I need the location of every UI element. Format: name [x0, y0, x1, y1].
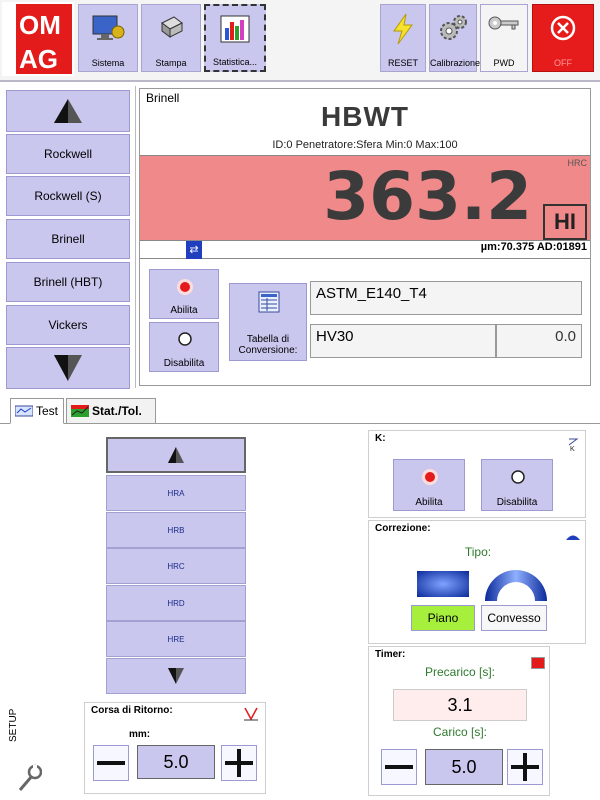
arrow-down-icon [54, 355, 82, 381]
setup-label: SETUP [8, 708, 19, 742]
k-abilita-button[interactable]: Abilita [393, 459, 465, 511]
corsa-plus-button[interactable] [221, 745, 257, 781]
tipo-label: Tipo: [464, 545, 492, 559]
monitor-gear-icon [91, 13, 125, 45]
conversion-table-field[interactable]: ASTM_E140_T4 [310, 281, 582, 315]
scale-scroll-up-button[interactable] [6, 90, 130, 132]
carico-label: Carico [s]: [432, 725, 487, 739]
test-icon [15, 405, 33, 417]
timer-group: Timer: Precarico [s]: 3.1 Carico [s]: 5.… [368, 646, 550, 796]
scale-item-brinell[interactable]: Brinell [6, 219, 130, 259]
gears-icon [437, 13, 469, 47]
led-off-icon [511, 470, 525, 484]
calibrazione-button[interactable]: Calibrazione [429, 4, 480, 72]
carico-plus-button[interactable] [507, 749, 543, 785]
corsa-minus-button[interactable] [93, 745, 129, 781]
arrow-up-icon [54, 99, 82, 123]
swap-icon[interactable]: ⇄ [186, 241, 202, 259]
hr-item-hrb[interactable]: HRB [106, 512, 246, 548]
tab-test[interactable]: Test [10, 398, 64, 424]
plus-icon [225, 749, 253, 777]
scale-name: HBWT [321, 101, 409, 132]
k-disabilita-button[interactable]: Disabilita [481, 459, 553, 511]
corsa-title: Corsa di Ritorno: [91, 705, 173, 716]
scale-scroll-down-button[interactable] [6, 347, 130, 389]
table-icon [258, 291, 280, 313]
setup-button[interactable]: SETUP [8, 709, 48, 796]
pwd-button[interactable]: PWD [480, 4, 528, 72]
disabilita-conversion-button[interactable]: Disabilita [149, 322, 219, 372]
svg-text:K: K [570, 446, 575, 451]
precarico-label: Precarico [s]: [424, 665, 496, 679]
statistica-button[interactable]: Statistica... [204, 4, 266, 72]
k-settings-icon: K [568, 438, 579, 451]
svg-text:AG: AG [19, 44, 58, 74]
result-panel: Brinell HBWT ID:0 Penetratore:Sfera Min:… [139, 88, 591, 386]
led-off-icon [178, 332, 192, 346]
convesso-button[interactable]: Convesso [481, 605, 547, 631]
tolerance-flag: HI [543, 204, 587, 240]
conversion-table-button[interactable]: Tabella di Conversione: [229, 283, 307, 361]
close-icon [548, 13, 578, 45]
abilita-conversion-button[interactable]: Abilita [149, 269, 219, 319]
test-info: ID:0 Penetratore:Sfera Min:0 Max:100 [272, 139, 458, 151]
wrench-icon [18, 764, 42, 791]
k-title: K: [375, 433, 386, 444]
piano-button[interactable]: Piano [411, 605, 475, 631]
sistema-button[interactable]: Sistema [78, 4, 138, 72]
hr-item-hra[interactable]: HRA [106, 475, 246, 511]
result-display: HRC 363.2 HI [140, 155, 590, 241]
arrow-up-icon [168, 447, 184, 463]
bar-chart-icon [219, 14, 251, 46]
lightning-icon [390, 13, 416, 47]
scale-list: Rockwell Rockwell (S) Brinell Brinell (H… [0, 86, 136, 389]
corsa-unit: mm: [129, 729, 151, 740]
correction-icon [566, 535, 580, 540]
arrow-down-icon [168, 668, 184, 684]
printer-icon [156, 13, 186, 45]
flat-surface-icon [417, 571, 469, 597]
conversion-value-field: 0.0 [496, 324, 582, 358]
affri-omag-logo: AFFRI OM AG [2, 2, 74, 76]
stampa-button[interactable]: Stampa [141, 4, 201, 72]
scale-item-rockwell[interactable]: Rockwell [6, 134, 130, 174]
corsa-group: Corsa di Ritorno: mm: 5.0 [84, 702, 266, 794]
led-on-icon [422, 469, 438, 485]
toolbar: AFFRI OM AG Sistema Stampa Statistica...… [0, 0, 600, 82]
stroke-icon [244, 707, 258, 721]
correzione-title: Correzione: [375, 523, 431, 534]
key-icon [488, 13, 520, 35]
carico-value[interactable]: 5.0 [425, 749, 503, 785]
k-group: K: K Abilita Disabilita [368, 430, 586, 518]
minus-icon [385, 765, 413, 769]
reset-button[interactable]: RESET [380, 4, 426, 72]
correzione-group: Correzione: Tipo: Piano Convesso [368, 520, 586, 644]
tab-stat-tol[interactable]: Stat./Tol. [66, 398, 156, 424]
hr-scroll-up-button[interactable] [106, 437, 246, 473]
measure-readout: µm:70.375 AD:01891 [480, 241, 587, 253]
plus-icon [511, 753, 539, 781]
conversion-scale-field[interactable]: HV30 [310, 324, 496, 358]
scale-item-brinell-hbt[interactable]: Brinell (HBT) [6, 262, 130, 302]
convex-surface-icon [485, 570, 547, 601]
led-on-icon [177, 279, 193, 295]
stat-chart-icon [71, 405, 89, 417]
hr-item-hre[interactable]: HRE [106, 621, 246, 657]
timer-title: Timer: [375, 649, 406, 660]
carico-minus-button[interactable] [381, 749, 417, 785]
scale-item-rockwell-s[interactable]: Rockwell (S) [6, 176, 130, 216]
scale-item-vickers[interactable]: Vickers [6, 305, 130, 345]
hardness-value: 363.2 [323, 158, 532, 235]
hr-scroll-down-button[interactable] [106, 658, 246, 694]
off-button[interactable]: OFF [532, 4, 594, 72]
corsa-value[interactable]: 5.0 [137, 745, 215, 779]
precarico-value[interactable]: 3.1 [393, 689, 527, 721]
minus-icon [97, 761, 125, 765]
unit-label: HRC [567, 158, 588, 168]
hr-item-hrc[interactable]: HRC [106, 548, 246, 584]
tab-bar: Test Stat./Tol. [0, 396, 600, 424]
hr-item-hrd[interactable]: HRD [106, 585, 246, 621]
measure-line: ⇄ µm:70.375 AD:01891 [140, 241, 590, 259]
svg-text:OM: OM [19, 10, 61, 40]
